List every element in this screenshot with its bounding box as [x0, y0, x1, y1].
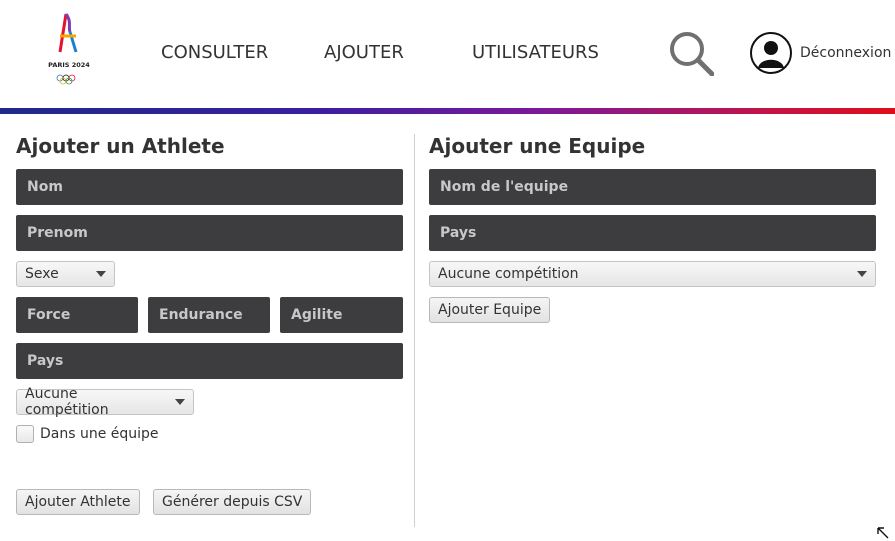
athlete-form-title: Ajouter un Athlete [16, 134, 225, 158]
header: PARIS 2024 CONSULTER AJOUTER UTILISATEUR… [0, 0, 895, 108]
nav-utilisateurs[interactable]: UTILISATEURS [472, 42, 599, 63]
athlete-competition-value: Aucune compétition [25, 386, 109, 418]
chevron-down-icon [96, 271, 106, 277]
mouse-cursor-icon [877, 527, 889, 539]
team-competition-select[interactable]: Aucune compétition [429, 261, 876, 287]
team-name-input[interactable]: Nom de l'equipe [429, 169, 876, 205]
athlete-sexe-value: Sexe [25, 266, 59, 282]
team-checkbox[interactable] [16, 425, 34, 443]
athlete-endurance-input[interactable]: Endurance [148, 297, 270, 333]
athlete-agilite-input[interactable]: Agilite [280, 297, 403, 333]
chevron-down-icon [175, 399, 185, 405]
athlete-sexe-select[interactable]: Sexe [16, 261, 115, 287]
team-form-title: Ajouter une Equipe [429, 134, 646, 158]
add-athlete-button[interactable]: Ajouter Athlete [16, 489, 140, 515]
athlete-prenom-input[interactable]: Prenom [16, 215, 403, 251]
column-divider [414, 134, 415, 527]
athlete-force-input[interactable]: Force [16, 297, 138, 333]
athlete-pays-input[interactable]: Pays [16, 343, 403, 379]
nav-consulter[interactable]: CONSULTER [161, 42, 268, 63]
search-icon[interactable] [668, 30, 714, 76]
paris-2024-logo[interactable]: PARIS 2024 [46, 12, 92, 88]
logout-link[interactable]: Déconnexion [800, 45, 891, 61]
chevron-down-icon [857, 271, 867, 277]
nav-ajouter[interactable]: AJOUTER [324, 42, 404, 63]
team-checkbox-label: Dans une équipe [40, 426, 159, 442]
generate-csv-button[interactable]: Générer depuis CSV [153, 489, 312, 515]
athlete-competition-select[interactable]: Aucune compétition [16, 386, 194, 418]
athlete-nom-input[interactable]: Nom [16, 169, 403, 205]
logo-text: PARIS 2024 [48, 61, 90, 69]
user-avatar-icon[interactable] [750, 32, 792, 74]
team-competition-value: Aucune compétition [438, 266, 579, 282]
team-pays-input[interactable]: Pays [429, 215, 876, 251]
add-team-button[interactable]: Ajouter Equipe [429, 297, 551, 323]
header-gradient-bar [0, 108, 895, 114]
